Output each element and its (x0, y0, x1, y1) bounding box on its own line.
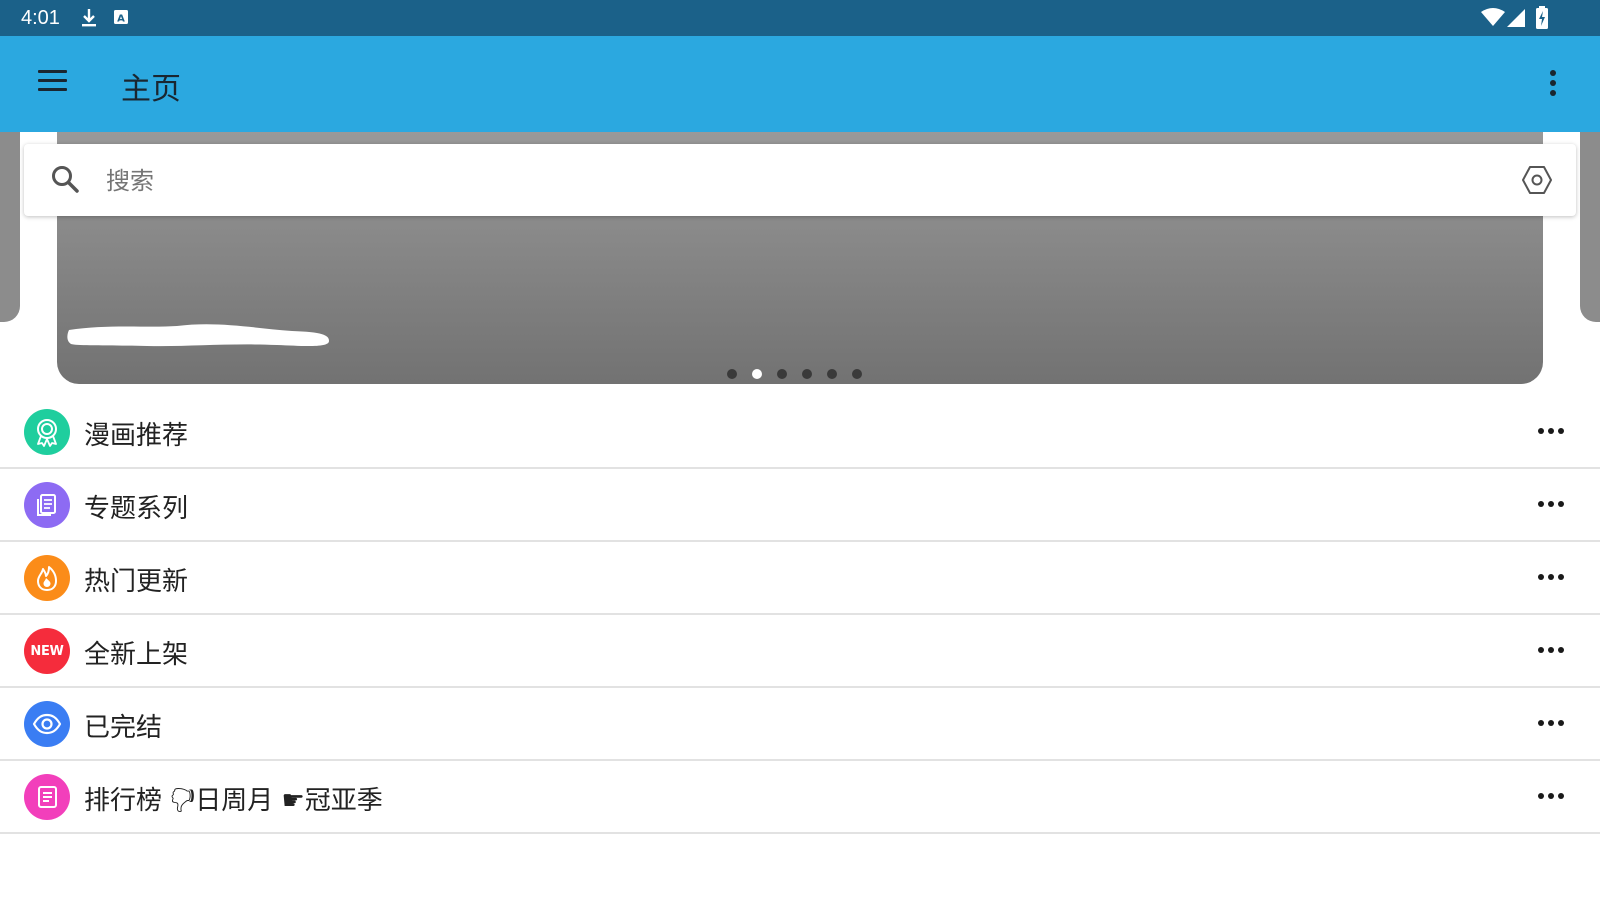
list-item-label: 排行榜 🖓日周月 ☛冠亚季 (84, 786, 383, 816)
more-vertical-icon[interactable] (1541, 70, 1565, 100)
wifi-icon (1481, 8, 1505, 32)
new-badge-icon: NEW (24, 628, 70, 674)
hexagon-settings-icon[interactable] (1521, 164, 1553, 200)
more-horizontal-icon[interactable] (1536, 637, 1566, 661)
list-item-label: 已完结 (84, 713, 163, 743)
list-item-rankings[interactable]: 排行榜 🖓日周月 ☛冠亚季 (0, 761, 1600, 834)
flame-icon (24, 555, 70, 601)
new-badge-text: NEW (30, 643, 64, 659)
page-title: 主页 (121, 72, 181, 107)
list-item-label: 漫画推荐 (84, 421, 189, 451)
search-icon[interactable] (50, 164, 80, 198)
banner-caption-redacted (67, 324, 329, 347)
list-item-label: 热门更新 (84, 567, 189, 597)
more-horizontal-icon[interactable] (1536, 418, 1566, 442)
list-item-topic-series[interactable]: 专题系列 (0, 469, 1600, 542)
previous-banner-slide[interactable] (0, 132, 20, 322)
carousel-dot[interactable] (852, 369, 862, 379)
battery-charging-icon (1535, 6, 1549, 34)
search-input[interactable] (104, 160, 1468, 202)
more-horizontal-icon[interactable] (1536, 783, 1566, 807)
carousel-dot[interactable] (777, 369, 787, 379)
eye-icon (24, 701, 70, 747)
more-horizontal-icon[interactable] (1536, 491, 1566, 515)
list-item-new-arrivals[interactable]: NEW 全新上架 (0, 615, 1600, 688)
carousel-dot[interactable] (727, 369, 737, 379)
list-item-hot-updates[interactable]: 热门更新 (0, 542, 1600, 615)
more-horizontal-icon[interactable] (1536, 564, 1566, 588)
award-icon (24, 409, 70, 455)
next-banner-slide[interactable] (1580, 132, 1600, 322)
signal-icon (1506, 8, 1526, 32)
hamburger-menu-icon[interactable] (38, 70, 68, 94)
status-bar: 4:01 A (0, 0, 1600, 36)
ranking-list-icon (24, 774, 70, 820)
search-bar (24, 144, 1576, 216)
carousel-dot[interactable] (827, 369, 837, 379)
a-notification-icon: A (113, 8, 129, 30)
document-icon (24, 482, 70, 528)
category-list: 漫画推荐 专题系列 热门更新 NEW 全新上架 已完结 排行榜 🖓日周月 ☛冠亚… (0, 396, 1600, 834)
carousel-dot-active[interactable] (752, 369, 762, 379)
download-icon (80, 8, 98, 32)
list-item-label: 专题系列 (84, 494, 189, 524)
more-horizontal-icon[interactable] (1536, 710, 1566, 734)
status-time: 4:01 (21, 7, 60, 29)
list-item-manga-recommend[interactable]: 漫画推荐 (0, 396, 1600, 469)
carousel-dot[interactable] (802, 369, 812, 379)
list-item-completed[interactable]: 已完结 (0, 688, 1600, 761)
svg-text:A: A (117, 14, 125, 25)
app-bar: 主页 (0, 36, 1600, 132)
list-item-label: 全新上架 (84, 640, 189, 670)
